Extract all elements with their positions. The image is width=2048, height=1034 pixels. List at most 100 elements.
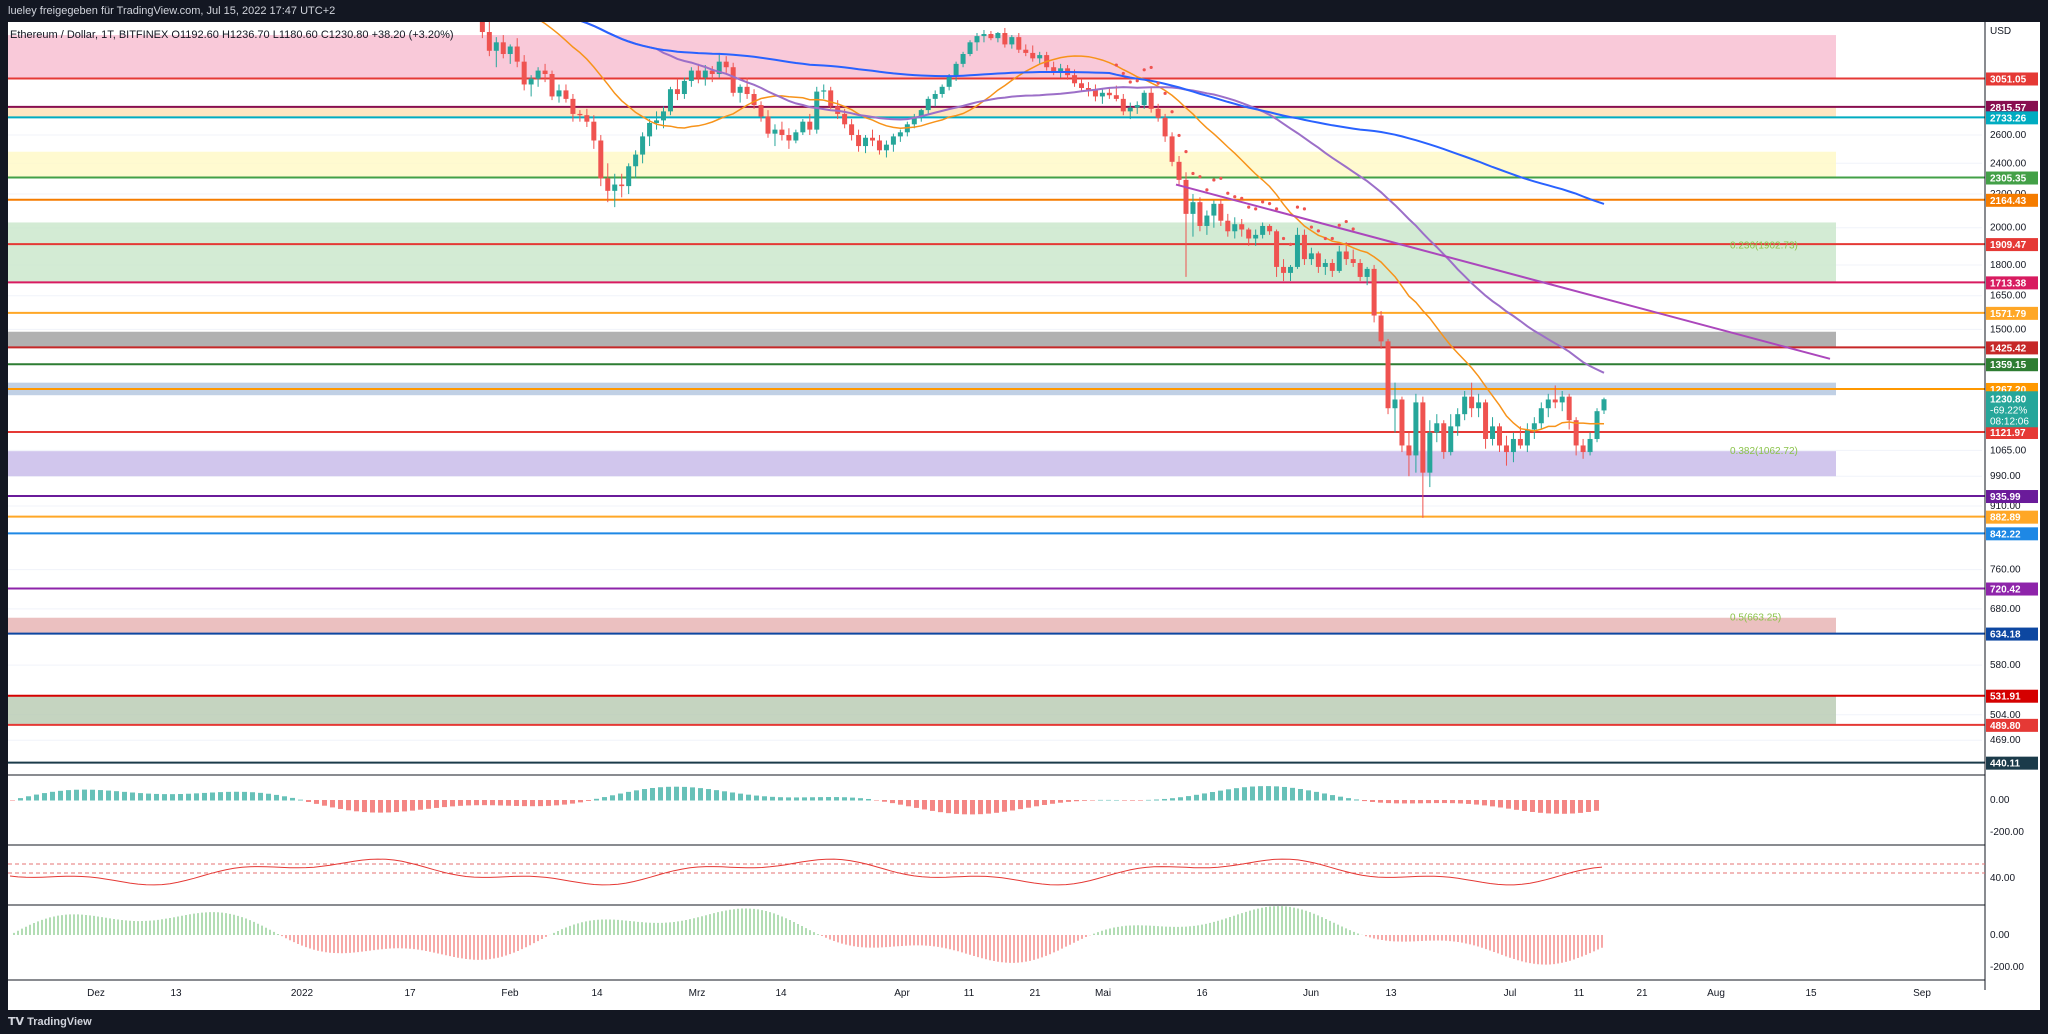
macd-bar xyxy=(74,789,79,801)
sar-dot xyxy=(1344,219,1348,224)
macd-bar xyxy=(1466,800,1471,804)
tradingview-icon: 𝗧𝗩 xyxy=(8,1016,28,1028)
macd-bar xyxy=(1562,800,1567,814)
macd-bar xyxy=(946,800,951,814)
macd-bar xyxy=(874,800,879,801)
candle-body xyxy=(828,90,834,107)
macd-bar xyxy=(442,800,447,808)
macd-bar xyxy=(258,792,263,801)
candle-body xyxy=(723,61,729,68)
candle-body xyxy=(932,94,938,99)
candle-body xyxy=(1079,83,1084,89)
price-tick: 760.00 xyxy=(1990,565,2021,576)
macd-bar xyxy=(522,800,527,807)
time-tick: Feb xyxy=(501,988,519,999)
macd-bar xyxy=(890,800,895,804)
macd-bar xyxy=(1450,800,1455,804)
level-tag-text: 2305.35 xyxy=(1990,174,2027,185)
candle-body xyxy=(661,111,666,121)
macd-bar xyxy=(1250,786,1255,801)
macd-bar xyxy=(618,793,623,801)
candle-body xyxy=(1455,414,1461,427)
candle-body xyxy=(681,80,687,95)
candle-body xyxy=(1315,253,1321,267)
sar-dot xyxy=(1233,195,1237,199)
price-tick: 680.00 xyxy=(1990,604,2021,615)
candle-body xyxy=(890,136,896,145)
macd-bar xyxy=(882,800,887,802)
macd-bar xyxy=(178,794,183,801)
candle-body xyxy=(1441,423,1447,453)
candle-body xyxy=(1385,341,1391,409)
candle-body xyxy=(1253,234,1259,239)
macd-bar xyxy=(1378,800,1383,803)
macd-bar xyxy=(602,797,607,801)
macd-tick: -200.00 xyxy=(1990,827,2024,838)
candle-body xyxy=(1127,107,1133,112)
macd-bar xyxy=(138,793,143,801)
level-tag-text: 2733.26 xyxy=(1990,113,2027,124)
macd-bar xyxy=(594,798,599,801)
candle-body xyxy=(507,46,513,55)
candle-body xyxy=(1113,95,1119,99)
macd-bar xyxy=(1434,800,1439,804)
macd-bar xyxy=(122,791,127,801)
macd-bar xyxy=(498,800,503,806)
candle-body xyxy=(1503,445,1509,453)
candle-body xyxy=(1281,266,1287,273)
sar-dot xyxy=(1114,63,1118,67)
candle-body xyxy=(807,121,813,130)
candle-body xyxy=(570,98,576,114)
macd-bar xyxy=(370,800,375,813)
sar-dot xyxy=(1170,110,1174,114)
candle-body xyxy=(988,34,994,39)
macd-bar xyxy=(746,794,751,801)
macd-bar xyxy=(642,789,647,801)
macd-bar xyxy=(1522,800,1527,811)
time-tick: Apr xyxy=(894,988,910,999)
candle-body xyxy=(535,70,541,79)
candle-body xyxy=(1246,229,1252,239)
macd-bar xyxy=(1042,800,1047,805)
macd-bar xyxy=(1362,800,1367,802)
sar-dot xyxy=(1226,191,1230,195)
candle-body xyxy=(688,70,694,81)
candle-body xyxy=(974,36,980,43)
candle-body xyxy=(751,94,757,106)
macd-bar xyxy=(186,793,191,801)
macd-bar xyxy=(114,791,119,801)
candle-body xyxy=(612,184,618,191)
macd-bar xyxy=(1002,800,1007,812)
candle-body xyxy=(1301,234,1307,260)
time-tick: 17 xyxy=(404,988,416,999)
chart-canvas[interactable]: 0.236(1902.73) 0.382(1062.72) 0.5(663.25) U… xyxy=(0,0,2048,1034)
osc-tick: 0.00 xyxy=(1990,930,2010,941)
macd-bar xyxy=(690,787,695,801)
macd-bar xyxy=(10,800,15,801)
macd-bar xyxy=(1346,798,1351,801)
candle-body xyxy=(486,32,492,51)
sar-dot xyxy=(1261,200,1265,204)
candle-body xyxy=(981,34,987,37)
macd-bar xyxy=(418,800,423,810)
macd-bar xyxy=(162,794,167,801)
candle-body xyxy=(1190,202,1196,214)
price-tick: 990.00 xyxy=(1990,471,2021,482)
macd-bar xyxy=(466,800,471,806)
time-tick: 11 xyxy=(1574,988,1585,999)
macd-bar xyxy=(1114,799,1119,801)
currency-label: USD xyxy=(1990,26,2011,37)
macd-bar xyxy=(26,796,31,801)
macd-bar xyxy=(1506,800,1511,809)
macd-bar xyxy=(658,787,663,801)
price-tick: 469.00 xyxy=(1990,735,2021,746)
price-tick: 2000.00 xyxy=(1990,223,2027,234)
candle-body xyxy=(1232,224,1238,232)
candle-body xyxy=(1364,268,1370,277)
candle-body xyxy=(995,33,1001,39)
candle-body xyxy=(647,122,653,137)
candle-body xyxy=(1427,432,1433,473)
macd-bar xyxy=(1266,786,1271,801)
macd-bar xyxy=(226,791,231,801)
macd-bar xyxy=(994,800,999,813)
